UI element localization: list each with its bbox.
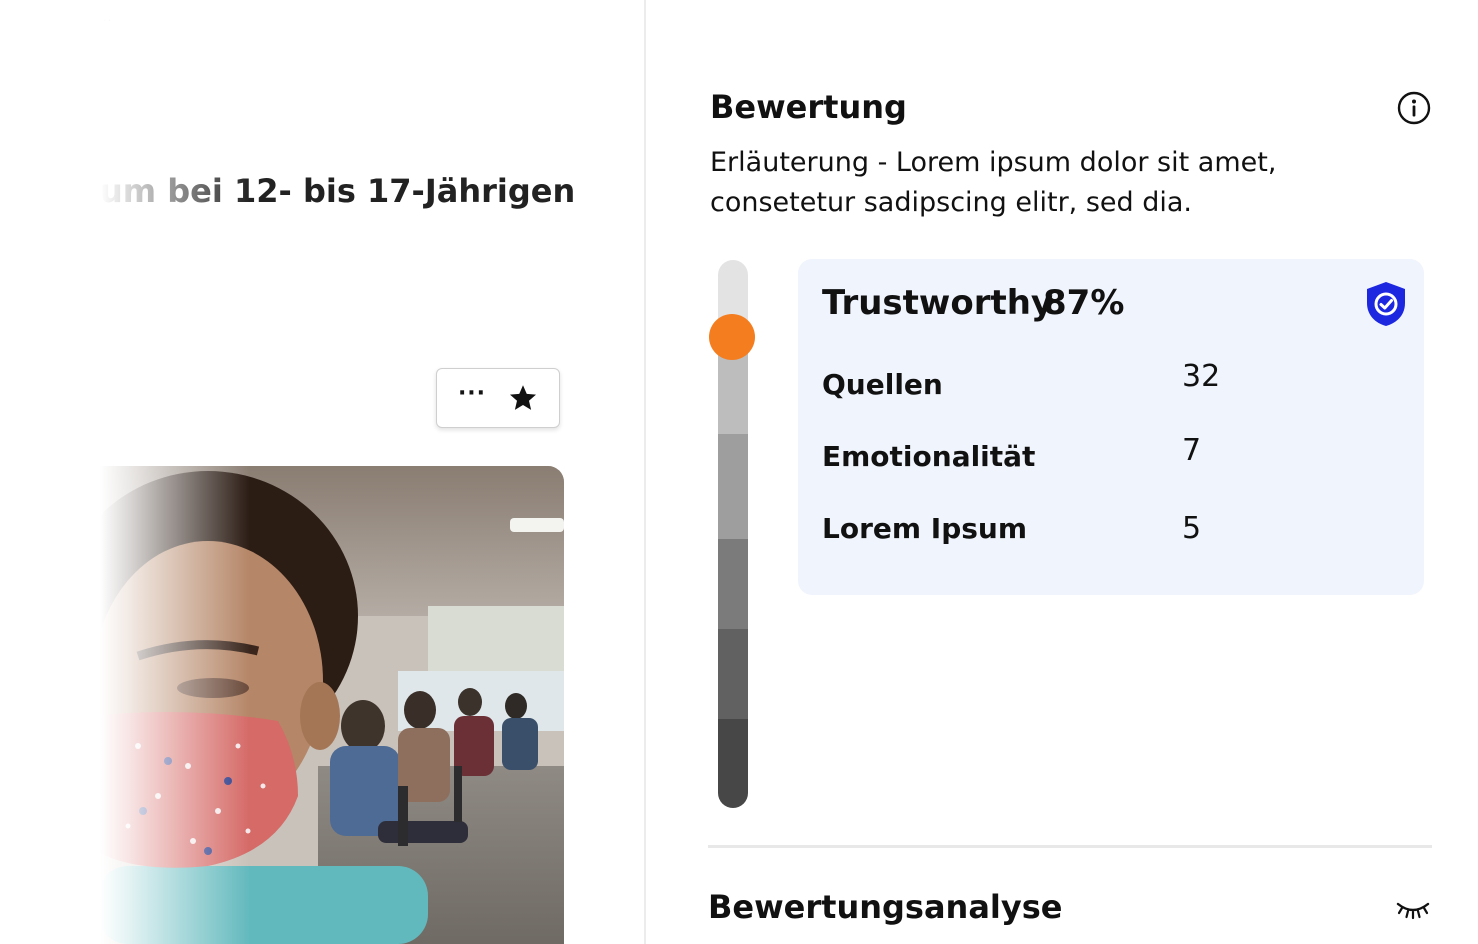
article-pane: ... um bei 12- bis 17-Jährigen ··· bbox=[0, 0, 645, 944]
scale-segment bbox=[718, 629, 748, 719]
eye-closed-icon[interactable] bbox=[1396, 898, 1430, 924]
star-icon[interactable] bbox=[508, 383, 538, 413]
shield-check-icon bbox=[1364, 280, 1408, 332]
more-options-button[interactable]: ··· bbox=[458, 383, 486, 405]
trust-scale-handle[interactable] bbox=[709, 314, 755, 360]
trust-score-card: Trustworthy 87% Quellen 32 Emotionalität… bbox=[798, 259, 1424, 595]
scale-segment bbox=[718, 719, 748, 808]
pane-divider bbox=[644, 0, 646, 944]
info-icon[interactable] bbox=[1397, 91, 1431, 129]
scale-segment bbox=[718, 539, 748, 629]
rating-heading: Bewertung bbox=[710, 88, 907, 126]
metric-value-lorem-ipsum: 5 bbox=[1182, 511, 1202, 546]
metric-value-quellen: 32 bbox=[1182, 359, 1221, 394]
left-fade-overlay bbox=[0, 0, 250, 944]
trust-percentage: 87% bbox=[1043, 283, 1125, 323]
trust-label: Trustworthy bbox=[822, 283, 1054, 323]
metric-label-emotionalitaet: Emotionalität bbox=[822, 440, 1036, 473]
analysis-heading[interactable]: Bewertungsanalyse bbox=[708, 888, 1063, 926]
metric-label-lorem-ipsum: Lorem Ipsum bbox=[822, 512, 1028, 545]
article-actions: ··· bbox=[436, 368, 560, 428]
metric-label-quellen: Quellen bbox=[822, 368, 943, 401]
metric-value-emotionalitaet: 7 bbox=[1182, 433, 1202, 468]
section-divider bbox=[708, 845, 1432, 848]
scale-segment bbox=[718, 434, 748, 539]
rating-description: Erläuterung - Lorem ipsum dolor sit amet… bbox=[710, 147, 1277, 218]
